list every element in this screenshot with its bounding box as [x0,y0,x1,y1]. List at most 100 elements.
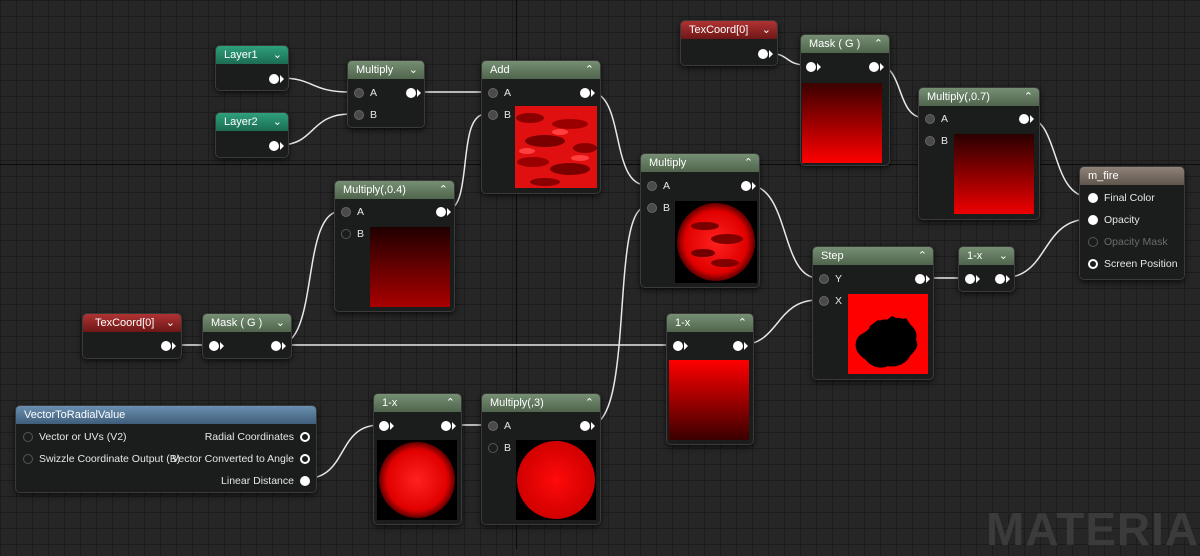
multiply-node[interactable]: Multiply ⌄ A B [347,60,425,128]
input-pin-b[interactable] [647,203,657,213]
pin-label-vector-uvs: Vector or UVs (V2) [39,431,127,443]
chevron-up-icon[interactable]: ⌃ [738,314,747,332]
input-pin-screen-position[interactable] [1088,259,1098,269]
input-pin-opacity-mask[interactable] [1088,237,1098,247]
input-pin-b[interactable] [341,229,351,239]
chevron-down-icon[interactable]: ⌄ [999,247,1008,265]
input-pin-final-color[interactable] [1088,193,1098,203]
step-header[interactable]: Step ⌃ [813,247,933,265]
layer1-header[interactable]: Layer1 ⌄ [216,46,288,64]
multiply-04-header[interactable]: Multiply(,0.4) ⌃ [335,181,454,199]
output-pin[interactable] [733,341,743,351]
output-pin[interactable] [995,274,1005,284]
mask-left-header[interactable]: Mask ( G ) ⌄ [203,314,291,332]
output-pin[interactable] [161,341,171,351]
chevron-up-icon[interactable]: ⌃ [585,61,594,79]
add-node[interactable]: Add ⌃ A B [481,60,601,194]
layer2-node[interactable]: Layer2 ⌄ [215,112,289,158]
input-pin-a[interactable] [488,88,498,98]
chevron-down-icon[interactable]: ⌄ [409,61,418,79]
mask-left-node[interactable]: Mask ( G ) ⌄ [202,313,292,359]
output-pin[interactable] [269,74,279,84]
output-pin[interactable] [436,207,446,217]
output-pin-linear-distance[interactable] [300,476,310,486]
m-fire-header[interactable]: m_fire [1080,167,1184,185]
texcoord-left-header[interactable]: TexCoord[0] ⌄ [83,314,181,332]
output-pin[interactable] [269,141,279,151]
layer2-header[interactable]: Layer2 ⌄ [216,113,288,131]
oneminus-right-header[interactable]: 1-x ⌄ [959,247,1014,265]
input-pin-y[interactable] [819,274,829,284]
input-pin-opacity[interactable] [1088,215,1098,225]
input-pin-x[interactable] [819,296,829,306]
output-pin[interactable] [758,49,768,59]
output-pin[interactable] [915,274,925,284]
oneminus-mid-node[interactable]: 1-x ⌃ [666,313,754,445]
input-pin[interactable] [965,274,975,284]
chevron-up-icon[interactable]: ⌃ [744,154,753,172]
chevron-down-icon[interactable]: ⌄ [762,21,771,39]
m-fire-result-node[interactable]: m_fire Final Color Opacity Opacity Mask … [1079,166,1185,280]
chevron-up-icon[interactable]: ⌃ [1024,88,1033,106]
texcoord-left-node[interactable]: TexCoord[0] ⌄ [82,313,182,359]
mask-top-header[interactable]: Mask ( G ) ⌃ [801,35,889,53]
oneminus-bottom-node[interactable]: 1-x ⌃ [373,393,462,525]
multiply-3-node[interactable]: Multiply(,3) ⌃ A B [481,393,601,525]
chevron-down-icon[interactable]: ⌄ [276,314,285,332]
multiply-header[interactable]: Multiply ⌄ [348,61,424,79]
output-pin[interactable] [1019,114,1029,124]
input-pin-a[interactable] [354,88,364,98]
output-pin[interactable] [741,181,751,191]
multiply-mid-node[interactable]: Multiply ⌃ A B [640,153,760,288]
output-pin[interactable] [869,62,879,72]
input-pin[interactable] [209,341,219,351]
output-pin-radial-coordinates[interactable] [300,432,310,442]
gradient-preview [669,360,749,440]
add-header[interactable]: Add ⌃ [482,61,600,79]
multiply-3-header[interactable]: Multiply(,3) ⌃ [482,394,600,412]
input-pin-b[interactable] [354,110,364,120]
multiply-07-header[interactable]: Multiply(,0.7) ⌃ [919,88,1039,106]
chevron-up-icon[interactable]: ⌃ [446,394,455,412]
output-pin-vector-angle[interactable] [300,454,310,464]
input-pin[interactable] [673,341,683,351]
output-pin[interactable] [271,341,281,351]
layer1-node[interactable]: Layer1 ⌄ [215,45,289,91]
input-pin[interactable] [379,421,389,431]
multiply-07-node[interactable]: Multiply(,0.7) ⌃ A B [918,87,1040,220]
oneminus-right-node[interactable]: 1-x ⌄ [958,246,1015,292]
step-node[interactable]: Step ⌃ Y X [812,246,934,380]
input-pin-a[interactable] [647,181,657,191]
chevron-down-icon[interactable]: ⌄ [166,314,175,332]
chevron-down-icon[interactable]: ⌄ [273,113,282,131]
mask-top-node[interactable]: Mask ( G ) ⌃ [800,34,890,166]
texcoord-top-header[interactable]: TexCoord[0] ⌄ [681,21,777,39]
input-pin-swizzle[interactable] [23,454,33,464]
output-pin[interactable] [406,88,416,98]
oneminus-mid-header[interactable]: 1-x ⌃ [667,314,753,332]
texcoord-top-node[interactable]: TexCoord[0] ⌄ [680,20,778,66]
node-title: 1-x [675,317,691,329]
input-pin-vector-uvs[interactable] [23,432,33,442]
pin-arrow-icon [880,63,884,71]
output-pin[interactable] [580,88,590,98]
input-pin-b[interactable] [488,443,498,453]
chevron-up-icon[interactable]: ⌃ [874,35,883,53]
oneminus-bottom-header[interactable]: 1-x ⌃ [374,394,461,412]
input-pin[interactable] [806,62,816,72]
vector-to-radial-value-node[interactable]: VectorToRadialValue Vector or UVs (V2) S… [15,405,317,493]
output-pin[interactable] [580,421,590,431]
chevron-up-icon[interactable]: ⌃ [918,247,927,265]
input-pin-b[interactable] [488,110,498,120]
vector-to-radial-value-header[interactable]: VectorToRadialValue [16,406,316,424]
chevron-up-icon[interactable]: ⌃ [439,181,448,199]
input-pin-a[interactable] [341,207,351,217]
output-pin[interactable] [441,421,451,431]
chevron-up-icon[interactable]: ⌃ [585,394,594,412]
multiply-04-node[interactable]: Multiply(,0.4) ⌃ A B [334,180,455,312]
chevron-down-icon[interactable]: ⌄ [273,46,282,64]
input-pin-b[interactable] [925,136,935,146]
multiply-mid-header[interactable]: Multiply ⌃ [641,154,759,172]
input-pin-a[interactable] [925,114,935,124]
input-pin-a[interactable] [488,421,498,431]
